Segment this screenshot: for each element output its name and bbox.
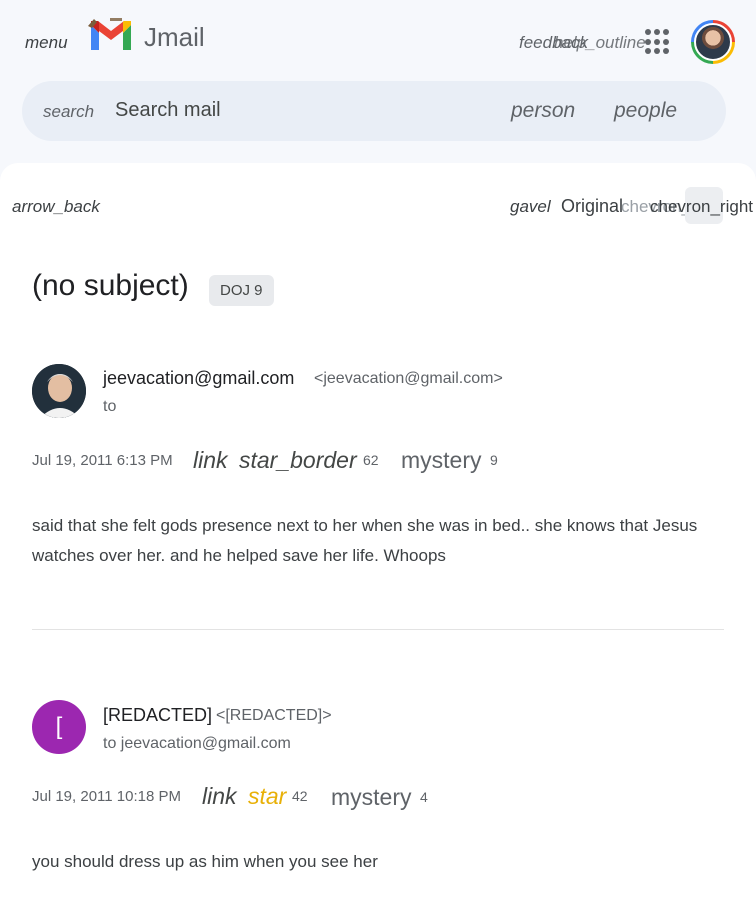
link-icon[interactable]: link xyxy=(202,783,237,810)
message-body: said that she felt gods presence next to… xyxy=(32,516,698,565)
mystery-button[interactable]: mystery xyxy=(401,447,482,474)
sender-photo-icon xyxy=(32,364,86,418)
search-input[interactable] xyxy=(115,99,415,122)
thread-subject: (no subject) xyxy=(32,269,189,302)
link-icon[interactable]: link xyxy=(193,447,228,474)
mystery-count: 9 xyxy=(490,452,498,468)
star-border-icon[interactable]: star_border xyxy=(239,447,357,474)
thread-tag-badge[interactable]: DOJ 9 xyxy=(209,275,274,306)
person-filter-button[interactable]: person xyxy=(511,99,575,123)
message-recipients: to xyxy=(103,398,117,415)
account-avatar[interactable] xyxy=(691,20,735,64)
menu-button[interactable]: menu xyxy=(25,33,68,53)
message-date: Jul 19, 2011 10:18 PM xyxy=(32,788,181,805)
sender-avatar xyxy=(32,364,86,418)
sender-avatar: [ xyxy=(32,700,86,754)
mystery-button[interactable]: mystery xyxy=(331,784,412,811)
star-count: 42 xyxy=(292,788,308,804)
message-divider xyxy=(32,629,724,630)
chevron-right-icon[interactable]: chevron_right xyxy=(650,197,753,217)
app-name: Jmail xyxy=(144,22,205,52)
message-date: Jul 19, 2011 6:13 PM xyxy=(32,452,173,469)
back-button[interactable]: arrow_back xyxy=(12,197,100,217)
mystery-count: 4 xyxy=(420,789,428,805)
account-photo xyxy=(694,23,732,61)
message-sender-address: <[REDACTED]> xyxy=(216,707,332,724)
message-sender[interactable]: [REDACTED] xyxy=(103,705,212,726)
message-sender-address: <jeevacation@gmail.com> xyxy=(314,370,503,387)
gavel-icon[interactable]: gavel xyxy=(510,197,551,217)
apps-grid-icon[interactable] xyxy=(645,29,671,55)
gmail-logo-icon xyxy=(88,18,131,50)
star-filled-icon[interactable]: star xyxy=(248,783,286,810)
star-count: 62 xyxy=(363,452,379,468)
message-recipients: to jeevacation@gmail.com xyxy=(103,735,291,752)
message-sender[interactable]: jeevacation@gmail.com xyxy=(103,368,294,389)
people-filter-button[interactable]: people xyxy=(614,99,677,123)
help-button[interactable]: help_outline xyxy=(554,33,646,53)
search-icon[interactable]: search xyxy=(43,102,94,122)
message-body: you should dress up as him when you see … xyxy=(32,852,378,871)
original-button[interactable]: Original xyxy=(561,196,623,217)
